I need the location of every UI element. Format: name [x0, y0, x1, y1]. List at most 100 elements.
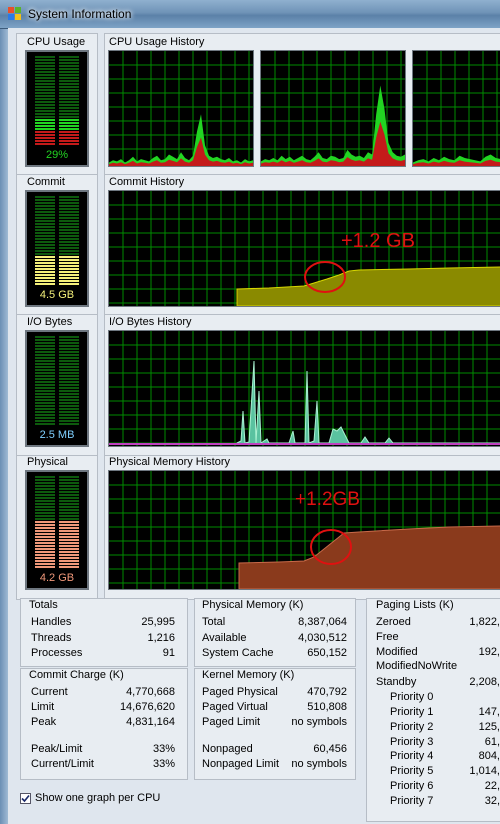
meter-segment — [59, 277, 79, 279]
window-titlebar[interactable]: System Information — [0, 0, 500, 29]
commit-charge-row-value: 33% — [152, 758, 175, 770]
meter-segment — [35, 116, 55, 118]
commit-charge-row: Current 4,770,668 — [31, 686, 175, 700]
kernel-memory-row-label: Nonpaged Limit — [202, 758, 280, 770]
checkmark-icon — [21, 794, 30, 803]
meter-segment — [35, 119, 55, 121]
meter-segment — [59, 479, 79, 481]
meter-segment — [35, 336, 55, 338]
physical-label: Physical — [27, 456, 68, 468]
meter-segment — [59, 89, 79, 91]
meter-segment — [35, 342, 55, 344]
paging-lists-row: Standby 2,208, — [376, 676, 500, 690]
commit-charge-row-label: Limit — [31, 701, 55, 713]
meter-segment — [59, 396, 79, 398]
meter-segment — [35, 509, 55, 511]
paging-lists-row-label: Free — [376, 630, 399, 643]
physical-memory-row: Total 8,387,064 — [202, 616, 347, 630]
meter-segment — [35, 491, 55, 493]
meter-segment — [59, 369, 79, 371]
physical-memory-row-value: 4,030,512 — [298, 631, 347, 644]
meter-segment — [59, 247, 79, 249]
cpu-history-graph-1-plot — [109, 51, 253, 166]
commit-charge-row-label: Current — [31, 686, 68, 698]
paging-lists-row: Free — [376, 631, 500, 645]
system-information-dialog: CPU Usage 29% CPU Usage History Commit 4… — [8, 28, 500, 824]
cpu-usage-label: CPU Usage — [27, 36, 86, 48]
meter-segment — [35, 74, 55, 76]
meter-segment — [35, 560, 55, 562]
meter-segment — [35, 369, 55, 371]
meter-segment — [35, 354, 55, 356]
graph-grid — [109, 51, 253, 166]
meter-segment — [35, 363, 55, 365]
meter-segment — [59, 202, 79, 204]
totals-row-label: Processes — [31, 647, 83, 659]
meter-segment — [35, 256, 55, 258]
commit-meter: 4.5 GB — [25, 190, 89, 307]
paging-lists-row-value: 192, — [478, 645, 500, 658]
meter-segment — [59, 381, 79, 383]
commit-charge-row-value: 4,831,164 — [126, 716, 175, 728]
commit-history-plot: +1.2 GB — [109, 191, 500, 306]
meter-segment — [35, 497, 55, 499]
meter-segment — [35, 536, 55, 538]
meter-segment — [35, 128, 55, 130]
meter-segment — [59, 71, 79, 73]
show-one-graph-per-cpu-label[interactable]: Show one graph per CPU — [35, 792, 160, 804]
physical-history-graph: +1.2GB — [108, 470, 500, 590]
meter-segment — [35, 80, 55, 82]
paging-lists-row-value: 147, — [478, 706, 500, 718]
meter-segment — [35, 545, 55, 547]
totals-row: Processes 91 — [31, 647, 175, 661]
meter-segment — [35, 229, 55, 231]
meter-segment — [59, 548, 79, 550]
paging-lists-row: Modified 192, — [376, 646, 500, 660]
meter-segment — [59, 420, 79, 422]
meter-segment — [59, 551, 79, 553]
meter-segment — [59, 86, 79, 88]
paging-lists-row: Priority 0 — [390, 691, 500, 705]
meter-segment — [59, 372, 79, 374]
kernel-memory-row-value: 470,792 — [307, 686, 347, 698]
commit-charge-row: Peak 4,831,164 — [31, 716, 175, 730]
meter-segment — [59, 542, 79, 544]
meter-segment — [59, 229, 79, 231]
meter-segment — [59, 563, 79, 565]
window-title: System Information — [28, 7, 132, 21]
meter-segment — [59, 104, 79, 106]
meter-segment — [59, 98, 79, 100]
meter-segment — [35, 199, 55, 201]
meter-segment — [35, 518, 55, 520]
meter-segment — [35, 250, 55, 252]
meter-segment — [35, 411, 55, 413]
meter-segment — [35, 259, 55, 261]
meter-segment — [35, 232, 55, 234]
meter-segment — [35, 235, 55, 237]
kernel-memory-row-value: 60,456 — [313, 743, 347, 755]
meter-segment — [59, 92, 79, 94]
commit-history-area — [236, 266, 500, 306]
meter-segment — [35, 345, 55, 347]
physical-memory-row-label: System Cache — [202, 647, 274, 659]
paging-lists-row-value: 2,208, — [469, 676, 500, 689]
commit-charge-row-value: 14,676,620 — [119, 701, 175, 713]
kernel-memory-row: Nonpaged Limit no symbols — [202, 758, 347, 772]
cpu-usage-meter-bars — [35, 56, 79, 145]
meter-segment — [59, 125, 79, 127]
physical-history-area — [238, 525, 500, 589]
meter-segment — [59, 196, 79, 198]
meter-segment — [59, 366, 79, 368]
paging-lists-row: Priority 2 125, — [390, 721, 500, 735]
meter-segment — [59, 387, 79, 389]
meter-segment — [35, 86, 55, 88]
commit-label: Commit — [27, 176, 65, 188]
meter-segment — [59, 110, 79, 112]
meter-segment — [35, 360, 55, 362]
meter-segment — [59, 345, 79, 347]
meter-segment — [59, 500, 79, 502]
meter-segment — [35, 104, 55, 106]
meter-segment — [59, 220, 79, 222]
show-one-graph-per-cpu-checkbox[interactable] — [20, 793, 31, 804]
cpu-history-graph-2 — [260, 50, 406, 167]
